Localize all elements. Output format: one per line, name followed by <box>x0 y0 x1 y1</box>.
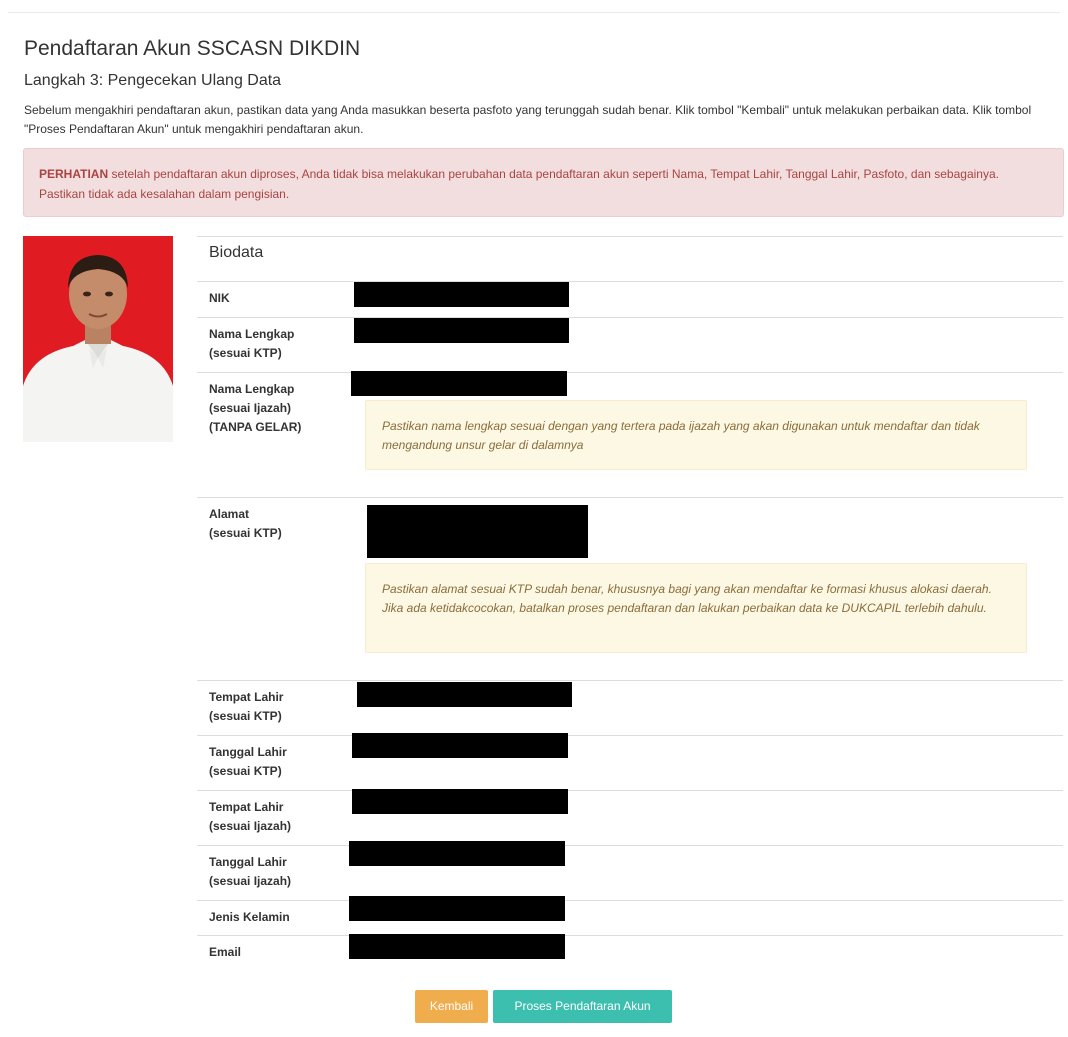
page-title: Pendaftaran Akun SSCASN DIKDIN <box>24 37 361 60</box>
field-value-tempat-lahir-ijazah <box>352 789 568 814</box>
field-value-tempat-lahir-ktp <box>357 682 572 707</box>
field-label-nik: NIK <box>209 291 230 305</box>
back-button[interactable]: Kembali <box>415 990 488 1023</box>
field-label-jenis-kelamin: Jenis Kelamin <box>209 910 290 924</box>
field-label-nama-ijazah: Nama Lengkap (sesuai Ijazah) (TANPA GELA… <box>209 382 302 434</box>
warning-alert: PERHATIAN setelah pendaftaran akun dipro… <box>23 148 1064 217</box>
field-value-nama-ktp <box>354 318 569 343</box>
field-label-tempat-lahir-ktp: Tempat Lahir (sesuai KTP) <box>209 690 284 723</box>
field-value-alamat <box>367 505 588 558</box>
page-top-border <box>8 12 1060 13</box>
field-value-nik <box>354 282 569 307</box>
alert-text: setelah pendaftaran akun diproses, Anda … <box>39 167 999 201</box>
step-title: Langkah 3: Pengecekan Ulang Data <box>24 72 282 89</box>
pasfoto-photo <box>23 236 173 442</box>
row-divider <box>197 680 1063 681</box>
row-divider <box>197 935 1063 936</box>
field-value-tanggal-lahir-ktp <box>352 733 568 758</box>
row-divider <box>197 281 1063 282</box>
row-divider <box>197 236 1063 237</box>
field-value-jenis-kelamin <box>349 896 565 921</box>
alert-strong: PERHATIAN <box>39 167 109 181</box>
field-label-email: Email <box>209 945 242 959</box>
field-label-tanggal-lahir-ijazah: Tanggal Lahir (sesuai Ijazah) <box>209 855 292 888</box>
intro-text: Sebelum mengakhiri pendaftaran akun, pas… <box>24 103 1032 136</box>
row-divider <box>197 497 1063 498</box>
field-label-tempat-lahir-ijazah: Tempat Lahir (sesuai Ijazah) <box>209 800 292 833</box>
submit-registration-button[interactable]: Proses Pendaftaran Akun <box>493 990 672 1023</box>
field-value-tanggal-lahir-ijazah <box>349 841 565 866</box>
row-divider <box>197 900 1063 901</box>
name-note-alert: Pastikan nama lengkap sesuai dengan yang… <box>365 400 1027 470</box>
field-value-nama-ijazah <box>351 371 567 396</box>
row-divider <box>197 845 1063 846</box>
field-label-alamat: Alamat (sesuai KTP) <box>209 507 282 540</box>
row-divider <box>197 790 1063 791</box>
row-divider <box>197 735 1063 736</box>
row-divider <box>197 317 1063 318</box>
field-label-tanggal-lahir-ktp: Tanggal Lahir (sesuai KTP) <box>209 745 287 778</box>
field-value-email <box>349 934 565 959</box>
field-label-nama-ktp: Nama Lengkap (sesuai KTP) <box>209 327 295 360</box>
biodata-heading: Biodata <box>209 244 264 261</box>
address-note-alert: Pastikan alamat sesuai KTP sudah benar, … <box>365 563 1027 653</box>
row-divider <box>197 372 1063 373</box>
